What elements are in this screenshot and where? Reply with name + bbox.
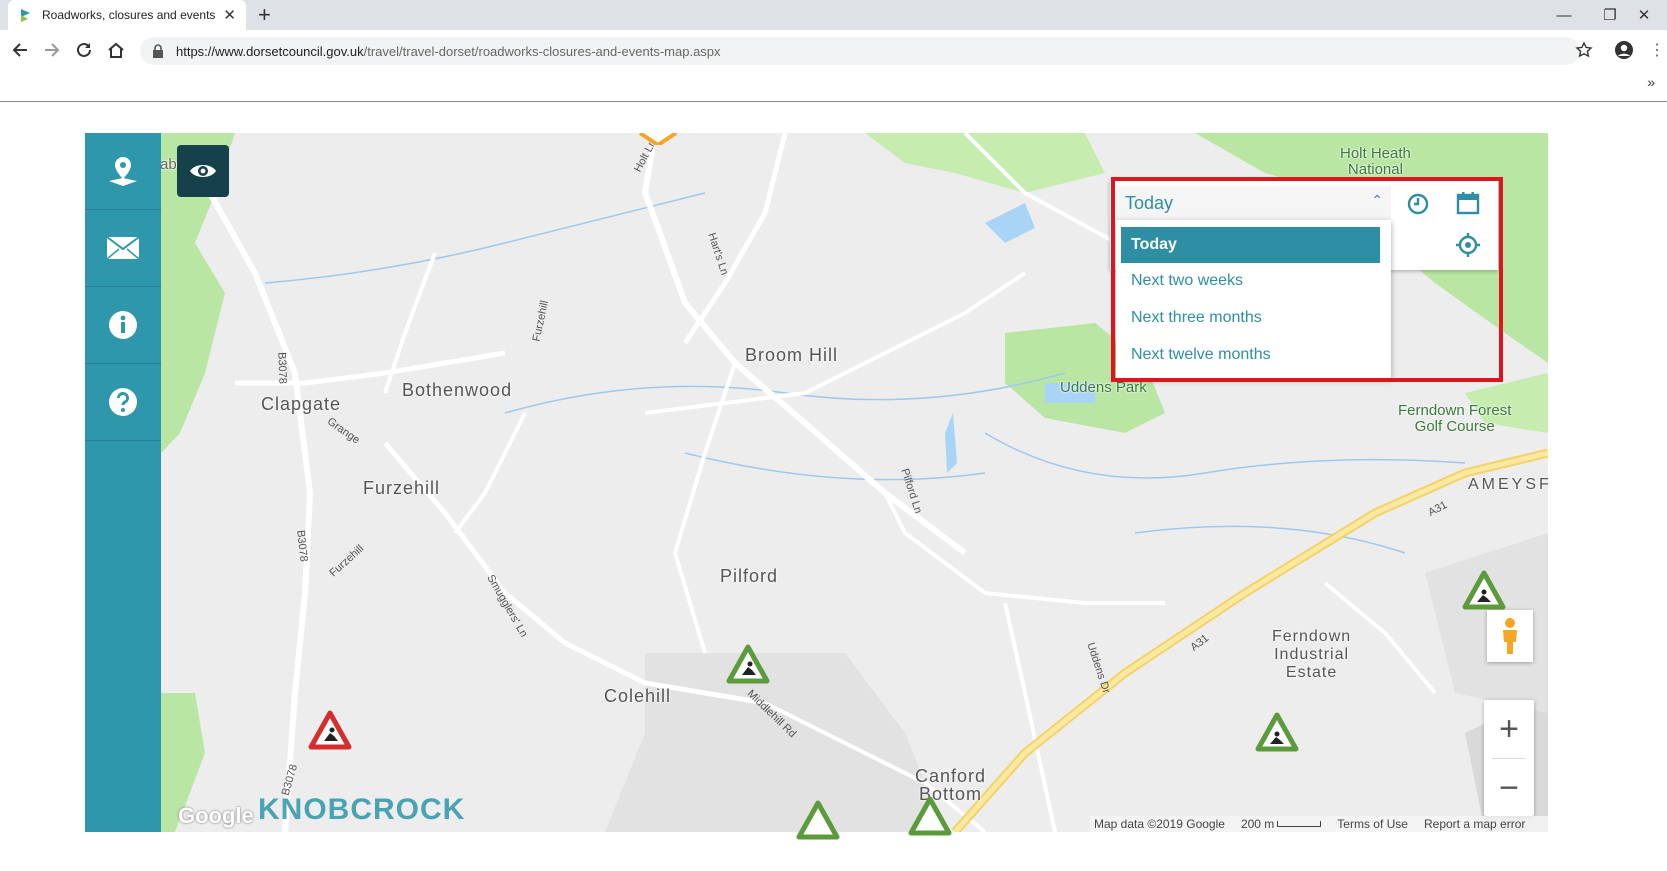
bookmark-star-icon[interactable]	[1572, 38, 1596, 62]
sidebar-item-email[interactable]	[85, 210, 161, 287]
tab-strip: Roadworks, closures and events ✕ + — ❐ ✕	[0, 0, 1667, 30]
zoom-out-button[interactable]: −	[1484, 759, 1534, 817]
minimize-button[interactable]: —	[1541, 0, 1587, 30]
window-close-button[interactable]: ✕	[1621, 0, 1667, 30]
place-furzehill: Furzehill	[363, 478, 441, 498]
roadworks-warning-icon[interactable]	[308, 710, 352, 750]
place-holt-heath: Holt Heath National	[1340, 145, 1411, 178]
url-host: https://www.dorsetcouncil.gov.uk	[176, 43, 364, 59]
map-data-credit: Map data ©2019 Google	[1094, 817, 1225, 831]
option-next-two-weeks[interactable]: Next two weeks	[1121, 263, 1380, 299]
map-pin-icon	[109, 157, 137, 186]
place-pilford: Pilford	[720, 566, 779, 586]
forward-icon[interactable]	[40, 38, 64, 62]
roadworks-marker-icon[interactable]	[908, 796, 952, 836]
menu-kebab-icon[interactable]: ⋮	[1645, 38, 1667, 62]
lock-icon	[152, 44, 166, 58]
roadworks-marker-icon[interactable]	[796, 800, 840, 840]
pegman-icon	[1503, 618, 1517, 654]
map-sidebar	[85, 133, 161, 832]
street-view-pegman[interactable]	[1487, 610, 1533, 662]
roadworks-marker-icon[interactable]	[726, 644, 770, 684]
option-next-twelve-months[interactable]: Next twelve months	[1121, 337, 1380, 373]
sidebar-item-help[interactable]	[85, 364, 161, 441]
roadworks-marker-icon[interactable]	[1462, 570, 1506, 610]
zoom-in-button[interactable]: +	[1484, 700, 1534, 758]
info-icon	[109, 311, 137, 339]
address-bar[interactable]: https://www.dorsetcouncil.gov.uk /travel…	[140, 37, 1580, 65]
help-icon	[109, 388, 137, 416]
chevron-up-icon: ⌃	[1371, 192, 1383, 208]
browser-tab[interactable]: Roadworks, closures and events ✕	[8, 0, 246, 30]
place-uddens-park: Uddens Park	[1060, 379, 1147, 396]
date-range-dropdown: Today Next two weeks Next three months N…	[1116, 220, 1391, 378]
locate-icon[interactable]	[1455, 232, 1481, 258]
date-range-selected: Today	[1125, 192, 1174, 213]
road-b3078-a: B3078	[275, 351, 289, 385]
toggle-layers-button[interactable]	[177, 145, 229, 197]
map-attribution: Map data ©2019 Google 200 m Terms of Use…	[1090, 816, 1548, 832]
zoom-control: + −	[1484, 700, 1534, 816]
place-ameysford: AMEYSF	[1468, 476, 1552, 493]
place-broom-hill: Broom Hill	[745, 345, 839, 365]
eye-icon	[190, 165, 216, 177]
mail-icon	[106, 236, 140, 260]
home-icon[interactable]	[104, 38, 128, 62]
clock-icon[interactable]	[1406, 192, 1430, 216]
sidebar-item-location[interactable]	[85, 133, 161, 210]
url-path: /travel/travel-dorset/roadworks-closures…	[363, 43, 721, 59]
option-next-three-months[interactable]: Next three months	[1121, 300, 1380, 336]
terms-of-use-link[interactable]: Terms of Use	[1337, 817, 1408, 831]
watermark-logo: KNOBCROCK	[258, 793, 466, 826]
tab-title: Roadworks, closures and events	[42, 8, 216, 22]
tab-close-icon[interactable]: ✕	[223, 6, 236, 24]
report-map-error-link[interactable]: Report a map error	[1424, 817, 1525, 831]
dorset-favicon-icon	[18, 7, 34, 23]
reload-icon[interactable]	[72, 38, 96, 62]
place-colehill: Colehill	[604, 686, 672, 706]
option-today[interactable]: Today	[1121, 227, 1380, 263]
new-tab-button[interactable]: +	[258, 3, 271, 27]
place-ferndown-forest-golf: Ferndown Forest Golf Course	[1398, 402, 1512, 435]
sidebar-item-info[interactable]	[85, 287, 161, 364]
bookmarks-bar	[0, 68, 1667, 102]
place-ferndown-industrial-estate: Ferndown Industrial Estate	[1272, 628, 1352, 681]
place-clapgate: Clapgate	[261, 394, 342, 414]
profile-icon[interactable]	[1612, 38, 1636, 62]
map-scale-label[interactable]: 200 m	[1241, 817, 1274, 831]
roadworks-marker-partial-icon[interactable]	[638, 133, 678, 145]
date-range-select[interactable]: Today ⌃	[1116, 186, 1391, 220]
bookmarks-overflow-icon[interactable]: »	[1647, 74, 1655, 90]
place-bothenwood: Bothenwood	[402, 380, 513, 400]
roadworks-marker-icon[interactable]	[1255, 712, 1299, 752]
google-logo[interactable]: Google	[178, 803, 254, 829]
map-scale-bar	[1277, 821, 1322, 827]
calendar-icon[interactable]	[1456, 191, 1480, 215]
back-icon[interactable]	[8, 38, 32, 62]
